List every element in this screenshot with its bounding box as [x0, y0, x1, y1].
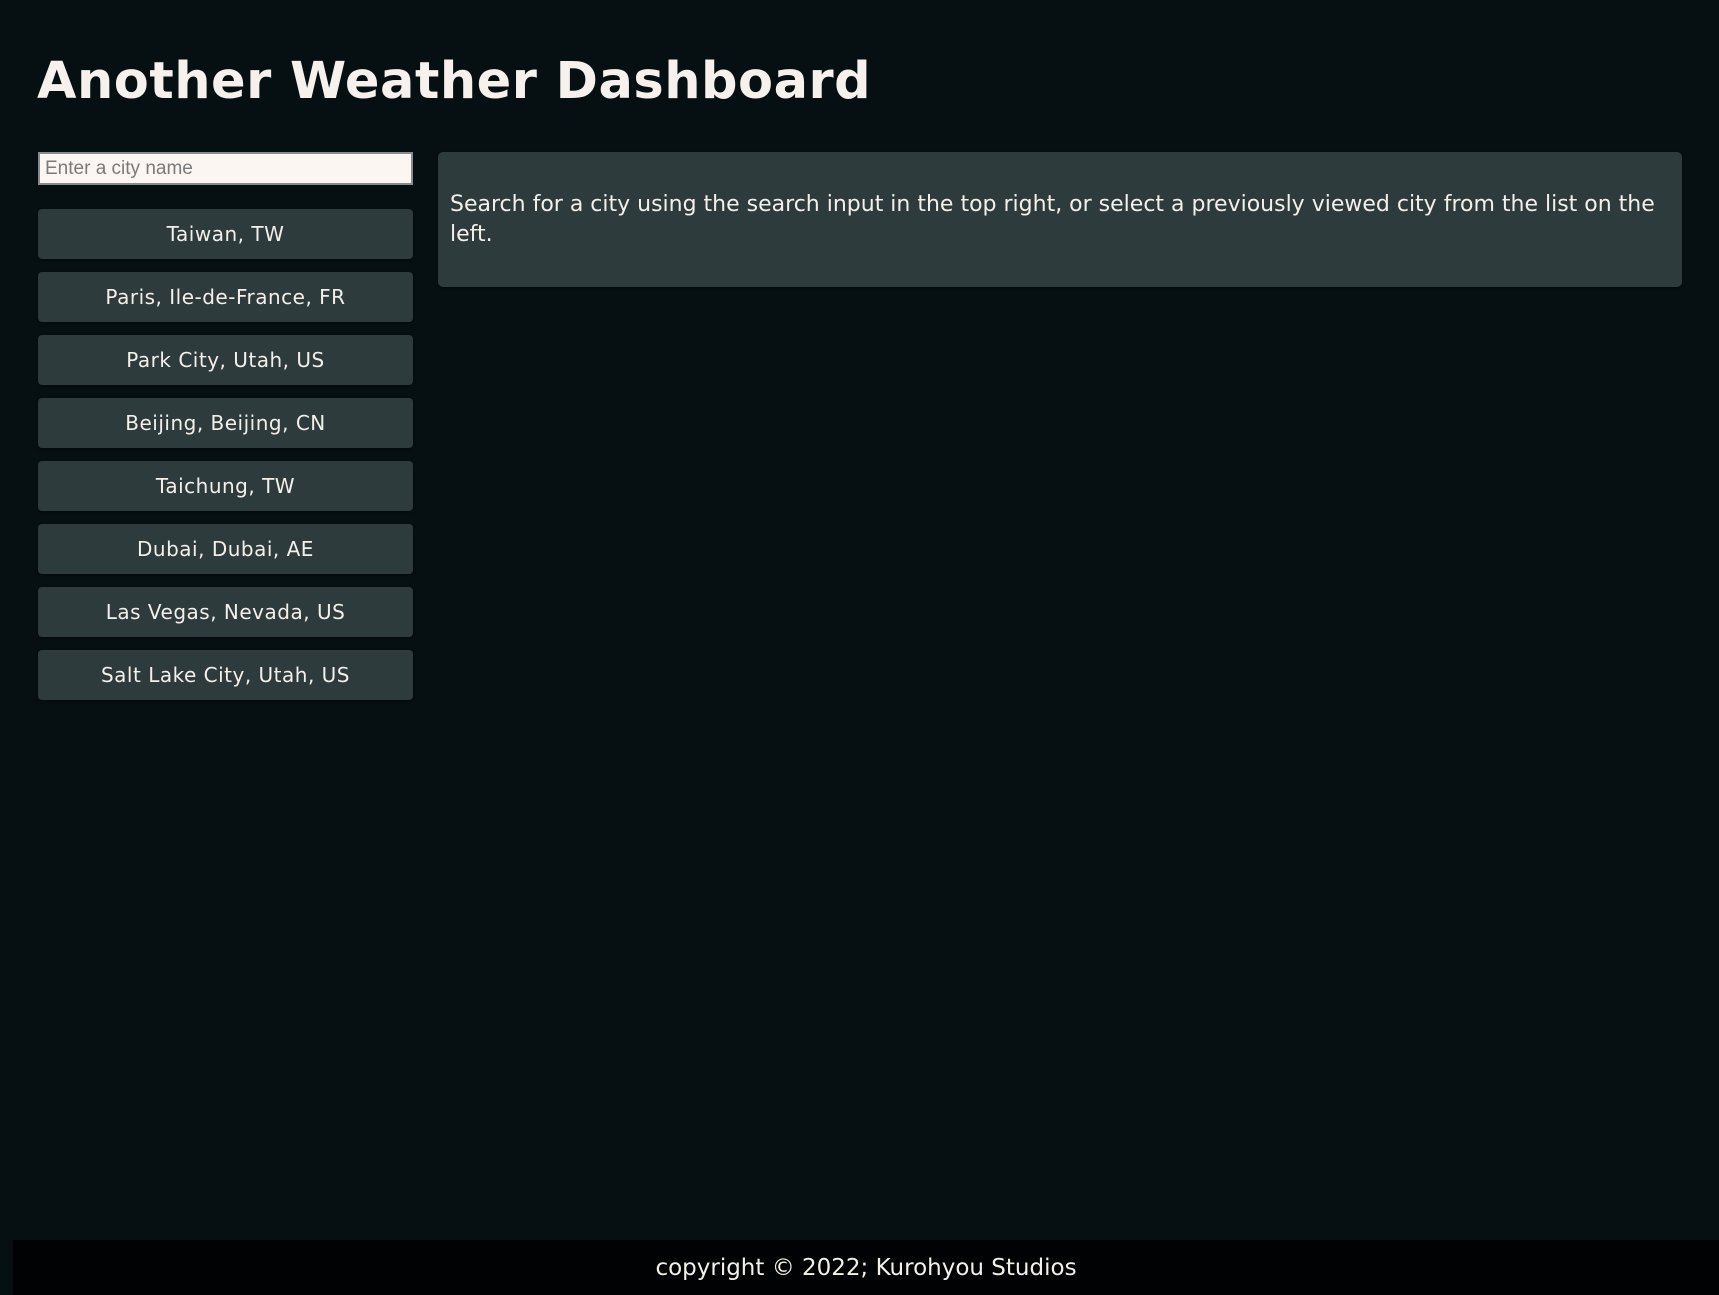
city-history-button[interactable]: Las Vegas, Nevada, US — [38, 587, 413, 637]
page-title: Another Weather Dashboard — [37, 52, 872, 111]
sidebar: Taiwan, TW Paris, Ile-de-France, FR Park… — [38, 152, 413, 713]
city-history-button[interactable]: Park City, Utah, US — [38, 335, 413, 385]
city-history-button[interactable]: Dubai, Dubai, AE — [38, 524, 413, 574]
search-history-list: Taiwan, TW Paris, Ile-de-France, FR Park… — [38, 209, 413, 700]
city-history-button[interactable]: Beijing, Beijing, CN — [38, 398, 413, 448]
weather-info-panel: Search for a city using the search input… — [438, 152, 1682, 287]
instructions-message: Search for a city using the search input… — [450, 192, 1655, 247]
weather-dashboard-page: Another Weather Dashboard Taiwan, TW Par… — [0, 0, 1719, 1295]
city-history-button[interactable]: Taichung, TW — [38, 461, 413, 511]
city-search-input[interactable] — [38, 152, 413, 185]
copyright-text: copyright © 2022; Kurohyou Studios — [655, 1254, 1077, 1281]
city-history-button[interactable]: Salt Lake City, Utah, US — [38, 650, 413, 700]
city-history-button[interactable]: Paris, Ile-de-France, FR — [38, 272, 413, 322]
footer: copyright © 2022; Kurohyou Studios — [13, 1240, 1719, 1295]
city-history-button[interactable]: Taiwan, TW — [38, 209, 413, 259]
